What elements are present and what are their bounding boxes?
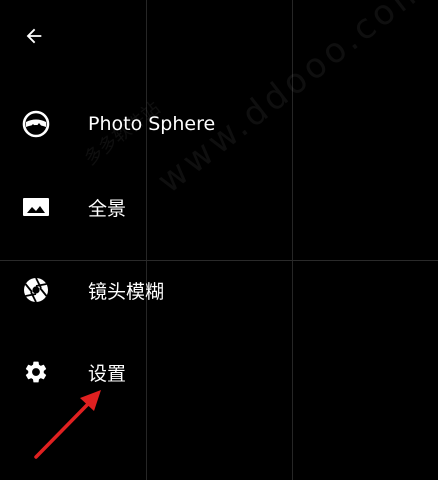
annotation-arrow (34, 390, 101, 459)
menu-item-panorama[interactable]: 全景 (0, 179, 330, 235)
menu-label-panorama: 全景 (88, 197, 127, 220)
menu-label-photo-sphere: Photo Sphere (88, 113, 216, 135)
menu-item-lens-blur[interactable]: 镜头模糊 (0, 262, 330, 318)
aperture-icon (18, 272, 54, 308)
camera-menu-screen: www.ddooo.com 多多软件站 Photo Sphere 全景 镜头模糊… (0, 0, 438, 480)
arrow-back-icon (26, 28, 42, 44)
panorama-icon (18, 189, 54, 225)
menu-item-settings[interactable]: 设置 (0, 344, 330, 400)
photo-sphere-icon (18, 106, 54, 142)
grid-line-horizontal-1 (0, 260, 438, 261)
back-button[interactable] (18, 20, 50, 52)
menu-item-photo-sphere[interactable]: Photo Sphere (0, 96, 330, 152)
menu-label-settings: 设置 (88, 362, 127, 385)
grid-line-vertical-1 (146, 0, 147, 480)
gear-icon (18, 354, 54, 390)
menu-label-lens-blur: 镜头模糊 (88, 280, 165, 303)
